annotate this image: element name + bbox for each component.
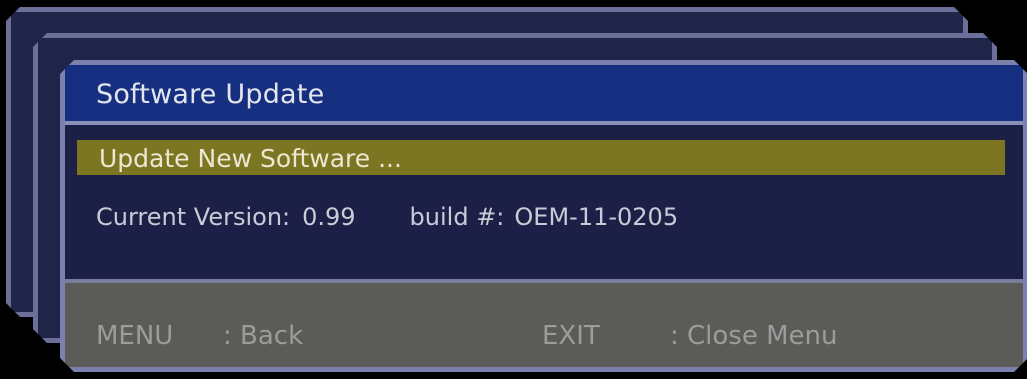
build-value: OEM-11-0205 xyxy=(514,203,679,231)
tv-screen: Software Update Update New Software ... … xyxy=(0,0,1027,379)
software-update-dialog: Software Update Update New Software ... … xyxy=(60,60,1027,372)
version-info: Current Version: 0.99 build #: OEM-11-0205 xyxy=(96,203,678,231)
dialog-footer: MENU : Back EXIT : Close Menu xyxy=(65,279,1023,367)
exit-key-hint: EXIT xyxy=(542,321,600,351)
menu-key-hint: MENU xyxy=(96,321,174,351)
close-menu-action-hint: : Close Menu xyxy=(670,321,838,351)
menu-item-update-new-software[interactable]: Update New Software ... xyxy=(77,140,1005,175)
current-version-value: 0.99 xyxy=(302,203,356,231)
current-version-label: Current Version: xyxy=(96,203,291,231)
back-action-hint: : Back xyxy=(223,321,304,351)
build-label: build #: xyxy=(409,203,505,231)
menu-item-label: Update New Software ... xyxy=(99,144,402,173)
dialog-title: Software Update xyxy=(96,79,325,110)
dialog-title-bar: Software Update xyxy=(65,65,1023,125)
